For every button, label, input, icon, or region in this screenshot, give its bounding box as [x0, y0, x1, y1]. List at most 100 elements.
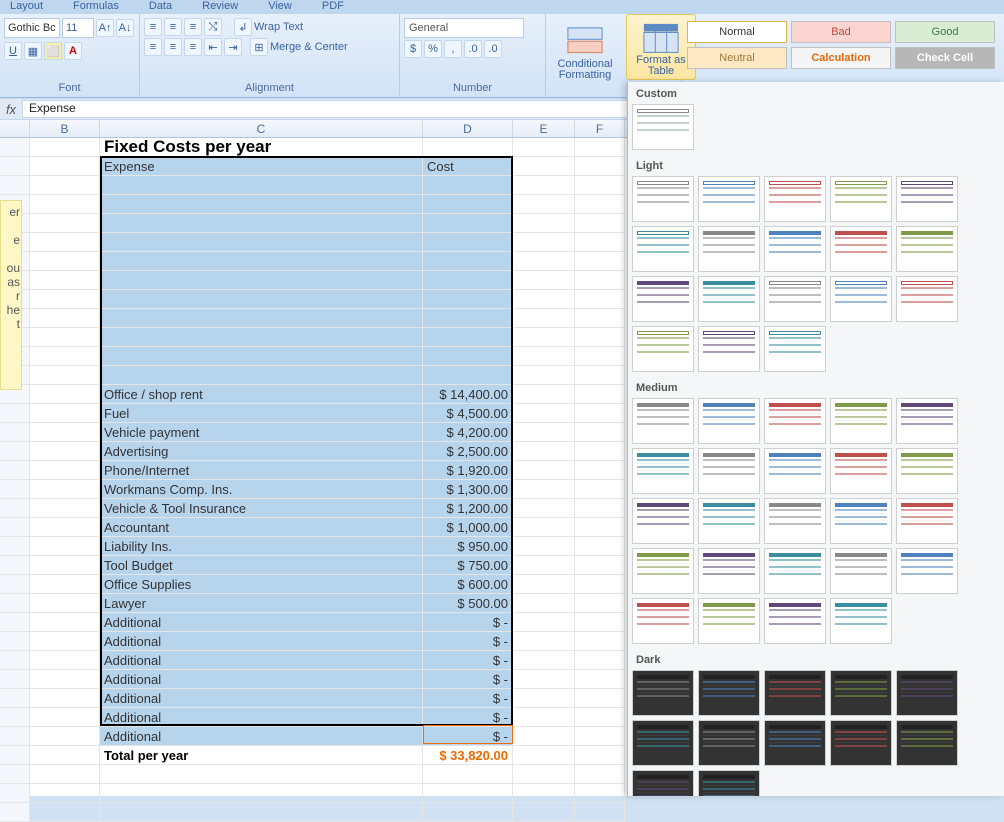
table-style-option[interactable]	[698, 720, 760, 766]
table-style-option[interactable]	[764, 326, 826, 372]
table-style-option[interactable]	[896, 548, 958, 594]
table-style-option[interactable]	[632, 670, 694, 716]
style-check-cell[interactable]: Check Cell	[895, 47, 995, 69]
table-style-option[interactable]	[830, 548, 892, 594]
table-style-option[interactable]	[764, 226, 826, 272]
align-top-icon[interactable]: ≡	[144, 18, 162, 36]
table-style-option[interactable]	[632, 548, 694, 594]
comma-icon[interactable]: ,	[444, 40, 462, 58]
conditional-formatting-button[interactable]: Conditional Formatting	[550, 18, 620, 84]
merge-center-icon[interactable]: ⊞	[250, 38, 268, 56]
font-size-select[interactable]: 11	[62, 18, 94, 38]
style-bad[interactable]: Bad	[791, 21, 891, 43]
table-style-option[interactable]	[896, 720, 958, 766]
table-style-option[interactable]	[896, 226, 958, 272]
borders-icon[interactable]: ▦	[24, 42, 42, 60]
table-style-option[interactable]	[632, 226, 694, 272]
table-style-option[interactable]	[764, 448, 826, 494]
style-neutral[interactable]: Neutral	[687, 47, 787, 69]
table-style-option[interactable]	[830, 448, 892, 494]
wrap-text-label[interactable]: Wrap Text	[254, 21, 303, 33]
tab-view[interactable]: View	[268, 0, 292, 14]
table-style-option[interactable]	[764, 598, 826, 644]
table-style-option[interactable]	[896, 398, 958, 444]
col-header-b[interactable]: B	[30, 120, 100, 137]
table-style-option[interactable]	[698, 598, 760, 644]
table-style-option[interactable]	[632, 326, 694, 372]
fx-icon[interactable]: fx	[0, 102, 22, 117]
table-style-option[interactable]	[764, 276, 826, 322]
table-style-option[interactable]	[632, 598, 694, 644]
table-style-option[interactable]	[632, 720, 694, 766]
table-style-option[interactable]	[632, 498, 694, 544]
tab-pdf[interactable]: PDF	[322, 0, 344, 14]
table-style-option[interactable]	[698, 548, 760, 594]
percent-icon[interactable]: %	[424, 40, 442, 58]
underline-icon[interactable]: U	[4, 42, 22, 60]
sheet-title[interactable]: Fixed Costs per year	[100, 138, 423, 157]
increase-font-icon[interactable]: A↑	[96, 19, 114, 37]
table-style-option[interactable]	[632, 276, 694, 322]
col-header-f[interactable]: F	[575, 120, 625, 137]
table-style-option[interactable]	[764, 398, 826, 444]
table-style-option[interactable]	[896, 670, 958, 716]
table-style-option[interactable]	[830, 720, 892, 766]
wrap-text-icon[interactable]: ↲	[234, 18, 252, 36]
table-style-option[interactable]	[698, 176, 760, 222]
col-header-d[interactable]: D	[423, 120, 513, 137]
font-name-select[interactable]: Gothic Bc	[4, 18, 60, 38]
table-style-option[interactable]	[830, 498, 892, 544]
align-center-icon[interactable]: ≡	[164, 38, 182, 56]
col-header-c[interactable]: C	[100, 120, 423, 137]
decrease-font-icon[interactable]: A↓	[116, 19, 134, 37]
table-style-option[interactable]	[632, 770, 694, 796]
table-style-option[interactable]	[830, 226, 892, 272]
style-calculation[interactable]: Calculation	[791, 47, 891, 69]
table-style-gallery[interactable]: Custom Light Medium Dark ▦ New Table Sty…	[627, 82, 1004, 796]
tab-formulas[interactable]: Formulas	[73, 0, 119, 14]
align-bottom-icon[interactable]: ≡	[184, 18, 202, 36]
merge-center-label[interactable]: Merge & Center	[270, 41, 348, 53]
table-style-option[interactable]	[632, 176, 694, 222]
tab-data[interactable]: Data	[149, 0, 172, 14]
style-normal[interactable]: Normal	[687, 21, 787, 43]
table-style-option[interactable]	[698, 226, 760, 272]
currency-icon[interactable]: $	[404, 40, 422, 58]
table-style-option[interactable]	[764, 548, 826, 594]
col-header-e[interactable]: E	[513, 120, 575, 137]
table-style-option[interactable]	[830, 398, 892, 444]
table-style-option[interactable]	[764, 670, 826, 716]
table-style-option[interactable]	[698, 670, 760, 716]
increase-decimal-icon[interactable]: .0	[464, 40, 482, 58]
fill-color-icon[interactable]: ⬜	[44, 42, 62, 60]
align-middle-icon[interactable]: ≡	[164, 18, 182, 36]
style-good[interactable]: Good	[895, 21, 995, 43]
table-style-option[interactable]	[764, 176, 826, 222]
tab-layout[interactable]: Layout	[10, 0, 43, 14]
table-style-option[interactable]	[698, 276, 760, 322]
table-style-option[interactable]	[698, 398, 760, 444]
table-style-option[interactable]	[896, 498, 958, 544]
table-style-option[interactable]	[896, 176, 958, 222]
table-style-option[interactable]	[830, 598, 892, 644]
table-style-option[interactable]	[632, 104, 694, 150]
table-style-option[interactable]	[698, 326, 760, 372]
decrease-indent-icon[interactable]: ⇤	[204, 38, 222, 56]
tab-review[interactable]: Review	[202, 0, 238, 14]
table-style-option[interactable]	[896, 448, 958, 494]
table-style-option[interactable]	[698, 448, 760, 494]
table-style-option[interactable]	[632, 398, 694, 444]
select-all-cell[interactable]	[0, 120, 30, 137]
table-style-option[interactable]	[698, 498, 760, 544]
table-style-option[interactable]	[830, 276, 892, 322]
orientation-icon[interactable]: ⤭	[204, 18, 222, 36]
align-left-icon[interactable]: ≡	[144, 38, 162, 56]
table-style-option[interactable]	[764, 498, 826, 544]
table-style-option[interactable]	[698, 770, 760, 796]
align-right-icon[interactable]: ≡	[184, 38, 202, 56]
table-style-option[interactable]	[896, 276, 958, 322]
number-format-select[interactable]: General	[404, 18, 524, 38]
decrease-decimal-icon[interactable]: .0	[484, 40, 502, 58]
font-color-icon[interactable]: A	[64, 42, 82, 60]
increase-indent-icon[interactable]: ⇥	[224, 38, 242, 56]
